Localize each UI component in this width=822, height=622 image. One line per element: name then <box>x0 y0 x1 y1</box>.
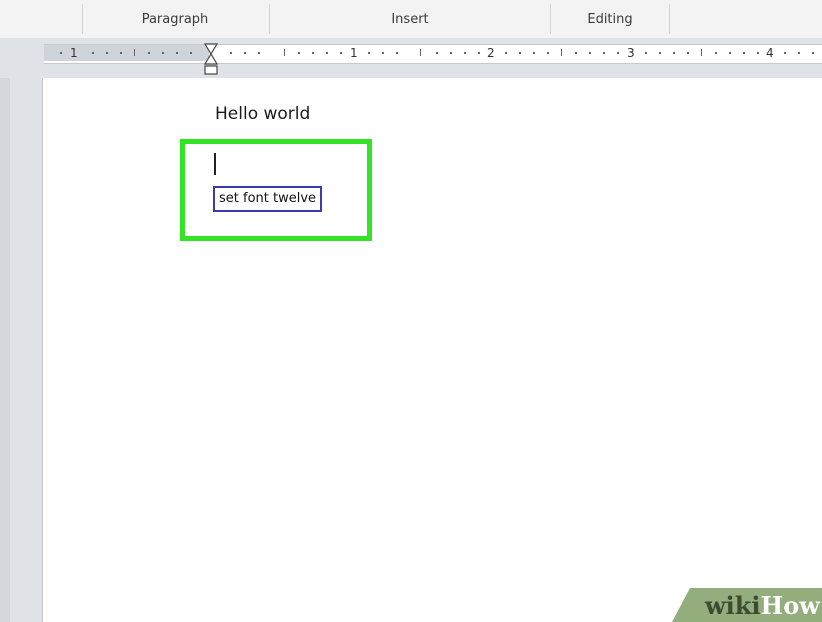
ruler-dot <box>547 52 549 54</box>
ruler-dot <box>659 52 661 54</box>
ruler-dot <box>715 52 717 54</box>
ruler-dot <box>575 52 577 54</box>
ribbon-separator <box>82 4 83 34</box>
ruler-dot <box>368 52 370 54</box>
ruler-left-margin <box>44 45 209 61</box>
ruler-number: 1 <box>70 46 78 60</box>
ruler-dot <box>729 52 731 54</box>
ruler-dot <box>106 52 108 54</box>
ruler-dot <box>312 52 314 54</box>
ruler-dot <box>298 52 300 54</box>
ruler-dot <box>120 52 122 54</box>
ruler-number: 3 <box>627 46 635 60</box>
ruler-dot <box>645 52 647 54</box>
ruler-dot <box>533 52 535 54</box>
ruler-dot <box>60 52 62 54</box>
ruler-dot <box>603 52 605 54</box>
ruler-dot <box>436 52 438 54</box>
ruler-dot <box>190 52 192 54</box>
ruler-dot <box>326 52 328 54</box>
ruler-dot <box>812 52 814 54</box>
ruler-dot <box>340 52 342 54</box>
ruler-dot <box>258 52 260 54</box>
ruler-number: 1 <box>350 46 358 60</box>
ruler-dot <box>743 52 745 54</box>
watermark-wiki: wiki <box>705 591 761 620</box>
ruler-number: 4 <box>766 46 774 60</box>
ribbon-group-paragraph[interactable]: Paragraph <box>100 12 250 30</box>
word-processor-window: Paragraph Insert Editing 1 1 2 3 4 Hello… <box>0 0 822 622</box>
speech-recognition-tooltip: set font twelve <box>213 186 323 212</box>
ruler-dot <box>464 52 466 54</box>
watermark-how: How <box>760 591 820 620</box>
ruler-dot <box>92 52 94 54</box>
ruler-dot <box>244 52 246 54</box>
ruler-dot <box>784 52 786 54</box>
ruler-dot <box>798 52 800 54</box>
ruler-tick <box>701 49 702 56</box>
ruler-dot <box>505 52 507 54</box>
workspace-left-gutter <box>0 78 10 622</box>
ribbon-group-insert[interactable]: Insert <box>300 12 520 30</box>
ruler-dot <box>176 52 178 54</box>
ruler-dot <box>589 52 591 54</box>
hourglass-indent-icon[interactable] <box>203 42 219 76</box>
document-page[interactable] <box>42 78 822 622</box>
ruler-dot <box>673 52 675 54</box>
wikihow-watermark-text: wikiHow <box>705 592 820 620</box>
ruler-dot <box>478 52 480 54</box>
ruler-tick <box>420 49 421 56</box>
document-text-line[interactable]: Hello world <box>215 104 310 124</box>
ruler-dot <box>450 52 452 54</box>
ribbon-group-labels: Paragraph Insert Editing <box>0 0 822 39</box>
text-cursor <box>214 153 216 175</box>
ribbon-separator <box>550 4 551 34</box>
ruler-dot <box>230 52 232 54</box>
ruler-dot <box>382 52 384 54</box>
ribbon-group-editing[interactable]: Editing <box>560 12 660 30</box>
ribbon-separator <box>669 4 670 34</box>
ruler-tick <box>561 49 562 56</box>
ruler-dot <box>617 52 619 54</box>
ruler-number: 2 <box>487 46 495 60</box>
ruler-dot <box>396 52 398 54</box>
ruler-tick <box>284 49 285 56</box>
ruler-dot <box>148 52 150 54</box>
ruler-dot <box>519 52 521 54</box>
ribbon-separator <box>269 4 270 34</box>
ruler-dot <box>687 52 689 54</box>
ruler-dot <box>162 52 164 54</box>
ruler-tick <box>134 49 135 56</box>
ruler-dot <box>757 52 759 54</box>
